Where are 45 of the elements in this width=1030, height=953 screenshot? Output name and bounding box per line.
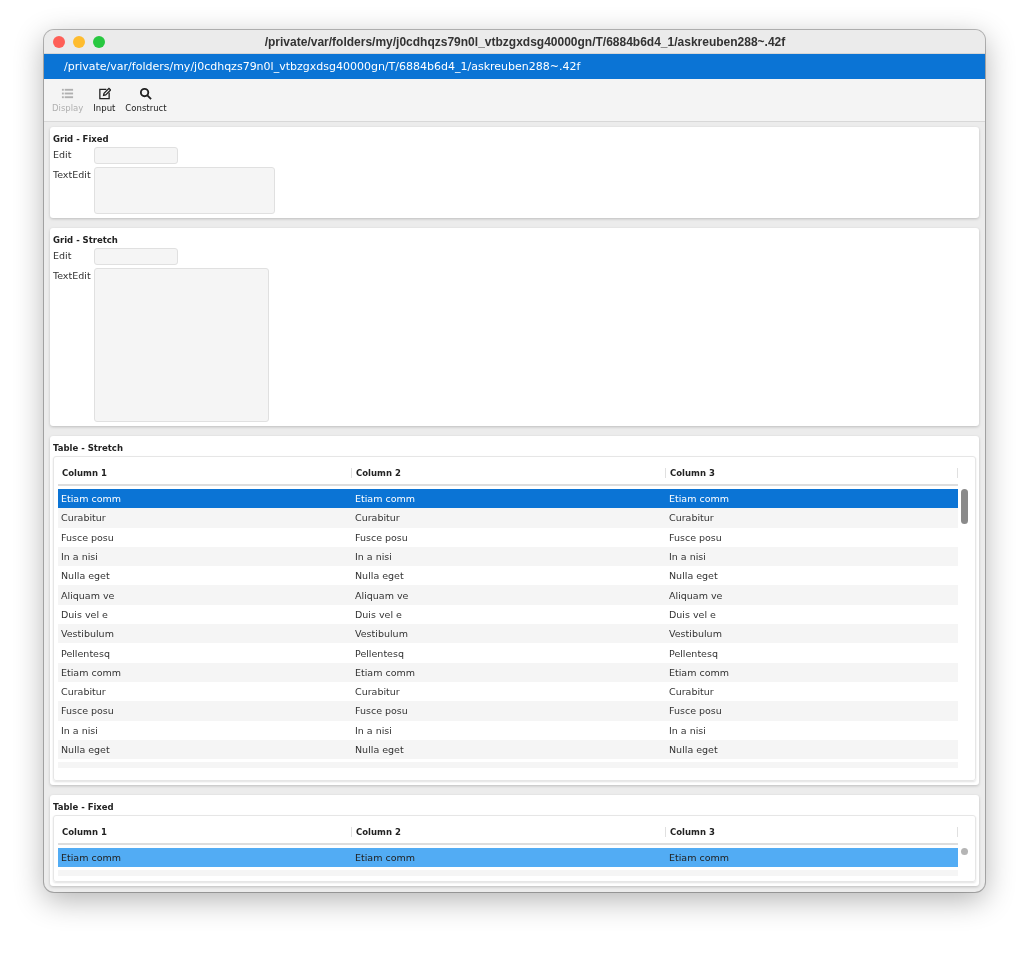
table-row[interactable]: In a nisi In a nisi In a nisi <box>58 546 958 567</box>
field-label: Edit <box>53 148 73 160</box>
table-row[interactable]: Etiam comm Etiam comm Etiam comm <box>58 662 958 682</box>
text-area[interactable] <box>94 268 269 422</box>
input-field[interactable] <box>94 147 178 164</box>
column-header[interactable]: Column 3 <box>666 826 958 837</box>
field-label: TextEdit <box>53 269 92 281</box>
text-area[interactable] <box>94 167 275 214</box>
toolbar-button[interactable]: Input <box>90 85 119 115</box>
search-icon <box>139 87 153 100</box>
group-title: Grid - Fixed <box>53 134 110 144</box>
table-row[interactable]: Duis vel e Duis vel e Duis vel e <box>58 604 958 625</box>
table-row[interactable]: Vestibulum Vestibulum Vestibulum <box>58 624 958 644</box>
column-header[interactable]: Column 1 <box>58 826 352 837</box>
table-row[interactable]: Nulla eget Nulla eget Nulla eget <box>58 566 958 586</box>
list-icon <box>61 87 75 100</box>
table-row[interactable]: In a nisi In a nisi In a nisi <box>58 720 958 740</box>
minimize-button[interactable] <box>73 35 85 48</box>
field-label: Edit <box>53 249 73 261</box>
edit-icon <box>97 87 111 100</box>
table-row[interactable]: Pellentesq Pellentesq Pellentesq <box>58 643 958 663</box>
table-row[interactable]: Nulla eget Nulla eget Nulla eget <box>58 739 958 760</box>
close-button[interactable] <box>53 35 65 48</box>
group-title: Table - Fixed <box>53 801 115 812</box>
toolbar-button[interactable]: Construct <box>122 85 170 115</box>
column-header[interactable]: Column 2 <box>352 468 666 478</box>
scrollbar-thumb[interactable] <box>961 847 968 855</box>
table-row[interactable]: Curabitur Curabitur Curabitur <box>58 508 958 528</box>
zoom-button[interactable] <box>93 35 105 48</box>
column-header[interactable]: Column 3 <box>666 468 958 478</box>
table-row[interactable]: Etiam comm Etiam comm Etiam comm <box>58 847 958 867</box>
input-field[interactable] <box>94 248 178 265</box>
table-row[interactable]: Aliquam ve Aliquam ve Aliquam ve <box>58 585 958 605</box>
file-path: /private/var/folders/my/j0cdhqzs79n0l_vtbzgxdsg40000gn/T/6884b6d4_1/askreuben288~.42f <box>64 60 581 73</box>
table-row[interactable]: Etiam comm Etiam comm Etiam comm <box>58 489 958 509</box>
scrollbar-thumb[interactable] <box>961 489 968 524</box>
table-row[interactable]: Fusce posu Fusce posu Fusce posu <box>58 701 958 721</box>
group-title: Grid - Stretch <box>53 235 119 245</box>
table-row[interactable]: Curabitur Curabitur Curabitur <box>58 681 958 702</box>
field-label: TextEdit <box>53 168 92 180</box>
column-header[interactable]: Column 1 <box>58 468 352 478</box>
table-row[interactable]: Fusce posu Fusce posu Fusce posu <box>58 527 958 547</box>
column-header[interactable]: Column 2 <box>352 826 666 837</box>
group-title: Table - Stretch <box>53 443 124 453</box>
window-title: /private/var/folders/my/j0cdhqzs79n0l_vtbzgxdsg40000gn/T/6884b6d4_1/askreuben288~.42f <box>263 34 787 49</box>
